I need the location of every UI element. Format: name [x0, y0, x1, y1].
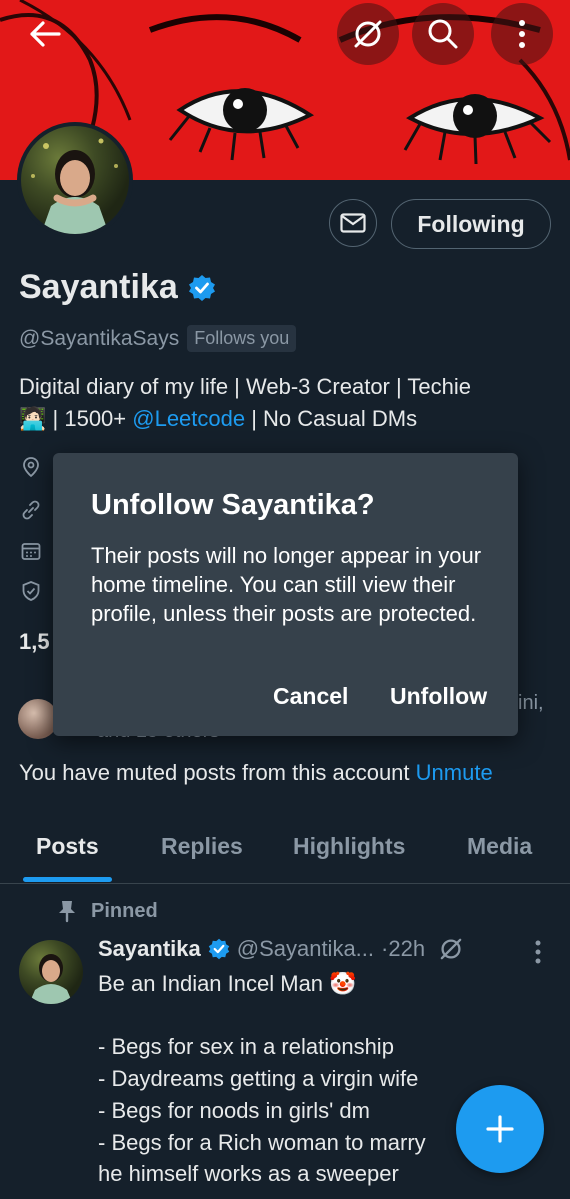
dialog-title: Unfollow Sayantika?	[91, 489, 375, 521]
unfollow-dialog: Unfollow Sayantika? Their posts will no …	[53, 453, 518, 736]
cancel-button[interactable]: Cancel	[273, 683, 348, 710]
dialog-body: Their posts will no longer appear in you…	[91, 543, 482, 626]
unfollow-button[interactable]: Unfollow	[390, 683, 487, 710]
